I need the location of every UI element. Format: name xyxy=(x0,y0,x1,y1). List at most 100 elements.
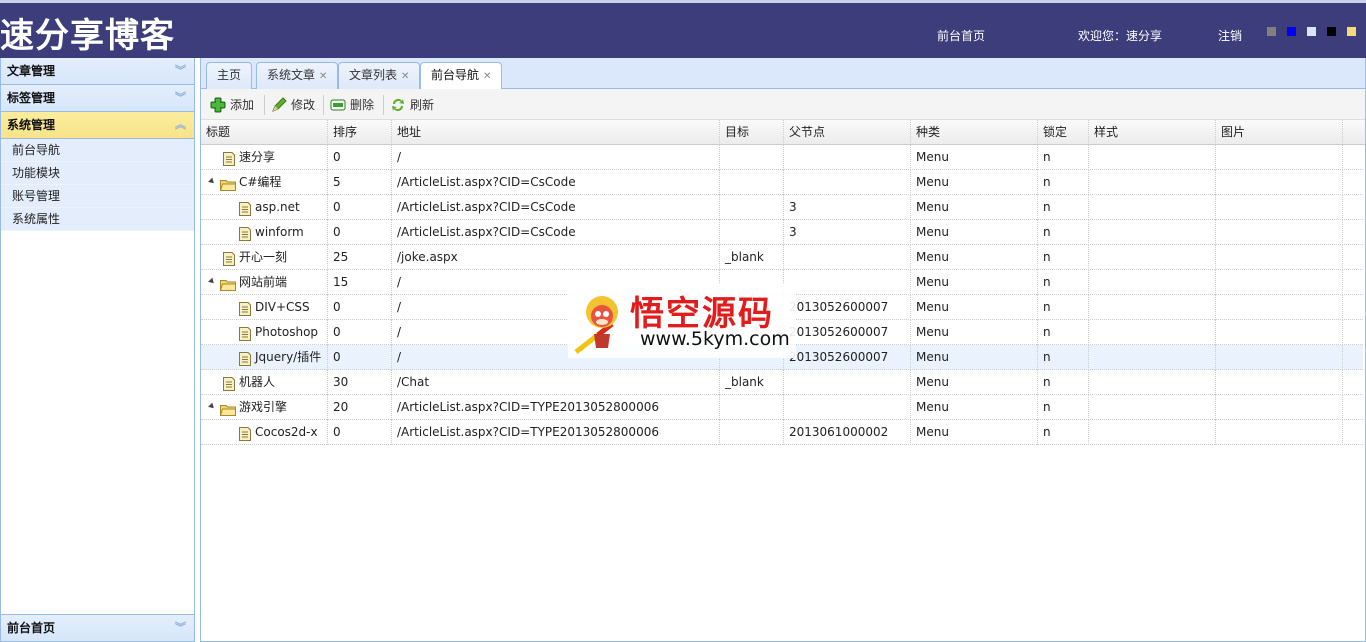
front-home-link[interactable]: 前台首页 xyxy=(937,27,985,44)
cell-title-text: winform xyxy=(255,225,304,239)
file-icon xyxy=(223,250,235,270)
theme-blue-button[interactable] xyxy=(1287,27,1296,36)
cell-order: 0 xyxy=(328,295,392,320)
cell-target xyxy=(720,395,784,420)
cell-order: 0 xyxy=(328,145,392,170)
cell-kind: Menu xyxy=(911,270,1038,295)
sidebar-item-modules[interactable]: 功能模块 xyxy=(1,162,194,185)
cell-style xyxy=(1089,195,1216,220)
table-row[interactable]: DIV+CSS 0/ 2013052600007 Menu n xyxy=(201,295,1363,320)
cell-url: / xyxy=(392,320,720,345)
file-icon xyxy=(239,350,251,370)
sidebar-item-accounts[interactable]: 账号管理 xyxy=(1,185,194,208)
column-header-target[interactable]: 目标 xyxy=(720,120,784,145)
cell-title: DIV+CSS xyxy=(201,295,328,320)
cell-style xyxy=(1089,370,1216,395)
cell-target xyxy=(720,320,784,345)
cell-url: /ArticleList.aspx?CID=CsCode xyxy=(392,170,720,195)
table-row[interactable]: 网站前端 15/ Menu n xyxy=(201,270,1363,295)
close-icon[interactable]: ✕ xyxy=(401,71,409,82)
chevron-up-icon[interactable]: ︽ xyxy=(175,112,186,138)
column-header-image[interactable]: 图片 xyxy=(1216,120,1343,145)
close-icon[interactable]: ✕ xyxy=(319,71,327,82)
table-row[interactable]: Cocos2d-x 0/ArticleList.aspx?CID=TYPE2013… xyxy=(201,420,1363,445)
column-header-url[interactable]: 地址 xyxy=(392,120,720,145)
cell-image xyxy=(1216,320,1343,345)
table-row[interactable]: 开心一刻 25/joke.aspx _blank Menu n xyxy=(201,245,1363,270)
cell-style xyxy=(1089,320,1216,345)
tab-label: 前台导航 xyxy=(431,68,480,82)
folder-icon xyxy=(219,275,236,295)
sidebar-section-articles[interactable]: 文章管理 ︾ xyxy=(1,58,194,85)
cell-title-text: C#编程 xyxy=(239,175,282,189)
tab-article-list[interactable]: 文章列表 ✕ xyxy=(338,62,421,89)
table-row[interactable]: 速分享 0/ Menu n xyxy=(201,145,1363,170)
sidebar-item-front-nav[interactable]: 前台导航 xyxy=(1,139,194,162)
sidebar-item-properties[interactable]: 系统属性 xyxy=(1,208,194,231)
toolbar: 添加 修改 删除 刷新 xyxy=(201,89,1365,120)
table-row[interactable]: asp.net 0/ArticleList.aspx?CID=CsCode 3 Men… xyxy=(201,195,1363,220)
column-header-style[interactable]: 样式 xyxy=(1089,120,1216,145)
cell-title: 网站前端 xyxy=(201,270,328,295)
table-row[interactable]: Photoshop 0/ 2013052600007 Menu n xyxy=(201,320,1363,345)
sidebar-section-tags[interactable]: 标签管理 ︾ xyxy=(1,85,194,112)
sidebar-section-front-home[interactable]: 前台首页 ︾ xyxy=(1,614,194,641)
table-row[interactable]: Jquery/插件 0/ 2013052600007 Menu n xyxy=(201,345,1363,370)
theme-gray-button[interactable] xyxy=(1267,27,1276,36)
column-header-order[interactable]: 排序 xyxy=(328,120,392,145)
cell-target xyxy=(720,420,784,445)
cell-target xyxy=(720,295,784,320)
delete-button[interactable]: 删除 xyxy=(330,95,374,115)
refresh-button[interactable]: 刷新 xyxy=(390,95,434,115)
cell-title: 开心一刻 xyxy=(201,245,328,270)
chevron-down-icon[interactable]: ︾ xyxy=(175,615,186,641)
column-header-kind[interactable]: 种类 xyxy=(911,120,1038,145)
cell-style xyxy=(1089,345,1216,370)
tab-front-nav[interactable]: 前台导航 ✕ xyxy=(420,62,503,90)
cell-title: Jquery/插件 xyxy=(201,345,328,370)
table-row[interactable]: winform 0/ArticleList.aspx?CID=CsCode 3 Men… xyxy=(201,220,1363,245)
column-header-parent[interactable]: 父节点 xyxy=(784,120,911,145)
edit-button[interactable]: 修改 xyxy=(271,95,315,115)
theme-black-button[interactable] xyxy=(1327,27,1336,36)
table-row[interactable]: 游戏引擎 20/ArticleList.aspx?CID=TYPE20130528… xyxy=(201,395,1363,420)
sidebar-system-items: 前台导航 功能模块 账号管理 系统属性 xyxy=(1,139,194,231)
cell-parent: 2013052600007 xyxy=(784,295,911,320)
add-button[interactable]: 添加 xyxy=(210,95,254,115)
cell-style xyxy=(1089,395,1216,420)
chevron-down-icon[interactable]: ︾ xyxy=(175,58,186,84)
file-icon xyxy=(239,200,251,220)
sidebar-section-label: 前台首页 xyxy=(7,621,56,635)
expand-toggle-icon[interactable] xyxy=(208,402,216,411)
cell-order: 5 xyxy=(328,170,392,195)
cell-target xyxy=(720,270,784,295)
chevron-down-icon[interactable]: ︾ xyxy=(175,85,186,111)
cell-url: / xyxy=(392,145,720,170)
cell-kind: Menu xyxy=(911,395,1038,420)
cell-parent xyxy=(784,170,911,195)
cell-kind: Menu xyxy=(911,220,1038,245)
expand-toggle-icon[interactable] xyxy=(208,177,216,186)
refresh-icon xyxy=(392,99,404,111)
column-header-title[interactable]: 标题 xyxy=(201,120,328,145)
cell-image xyxy=(1216,295,1343,320)
theme-light-blue-button[interactable] xyxy=(1307,27,1316,36)
close-icon[interactable]: ✕ xyxy=(483,71,491,82)
cell-image xyxy=(1216,345,1343,370)
expand-toggle-icon[interactable] xyxy=(208,277,216,286)
cell-order: 0 xyxy=(328,220,392,245)
cell-order: 0 xyxy=(328,420,392,445)
theme-yellow-button[interactable] xyxy=(1347,27,1356,36)
cell-title-text: Photoshop xyxy=(255,325,319,339)
tab-home[interactable]: 主页 xyxy=(206,62,253,89)
tab-system-articles[interactable]: 系统文章 ✕ xyxy=(256,62,339,89)
cell-locked: n xyxy=(1038,370,1089,395)
grid-header: 标题 排序 地址 目标 父节点 种类 锁定 样式 图片 xyxy=(201,120,1365,145)
sidebar-section-system[interactable]: 系统管理 ︽ xyxy=(1,112,194,139)
column-header-locked[interactable]: 锁定 xyxy=(1038,120,1089,145)
cell-order: 0 xyxy=(328,345,392,370)
cell-title-text: asp.net xyxy=(255,200,300,214)
table-row[interactable]: 机器人 30/Chat _blank Menu n xyxy=(201,370,1363,395)
logout-link[interactable]: 注销 xyxy=(1218,27,1242,44)
table-row[interactable]: C#编程 5/ArticleList.aspx?CID=CsCode Menu n xyxy=(201,170,1363,195)
